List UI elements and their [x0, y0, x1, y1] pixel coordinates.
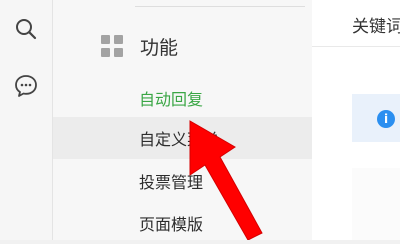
- section-title: 功能: [140, 36, 179, 59]
- chat-icon[interactable]: [10, 70, 42, 102]
- content-card: [352, 168, 400, 240]
- divider: [312, 46, 400, 47]
- search-icon[interactable]: [10, 13, 42, 45]
- icon-rail: [0, 0, 53, 240]
- main-content: 关键词 i: [312, 0, 400, 240]
- function-menu: 功能 自动回复 自定义菜单 投票管理 页面模版: [53, 0, 312, 240]
- nav-item-label: 投票管理: [139, 173, 204, 192]
- divider: [135, 6, 305, 7]
- nav-item-label: 页面模版: [139, 215, 204, 234]
- nav-item-page-template[interactable]: 页面模版: [53, 202, 312, 244]
- info-icon: i: [377, 110, 395, 128]
- nav-item-label: 自动回复: [139, 90, 204, 109]
- section-header-functions: 功能: [101, 30, 178, 62]
- nav-item-label: 自定义菜单: [139, 130, 220, 149]
- nav-item-custom-menu[interactable]: 自定义菜单: [53, 117, 312, 159]
- nav-item-auto-reply[interactable]: 自动回复: [53, 77, 312, 119]
- grid-icon: [101, 35, 123, 57]
- page-title: 关键词: [352, 17, 400, 37]
- nav-item-vote-management[interactable]: 投票管理: [53, 160, 312, 202]
